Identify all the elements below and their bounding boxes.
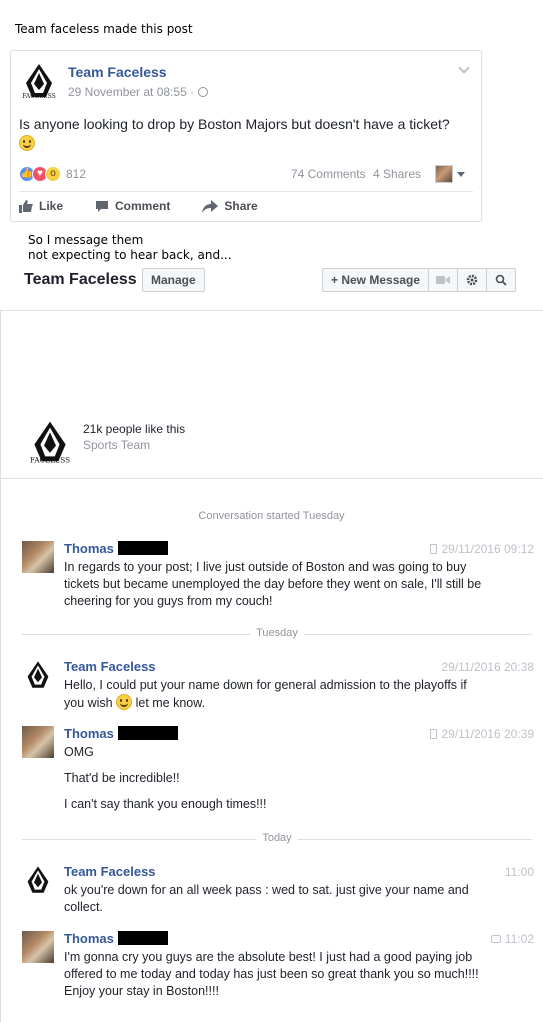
svg-text:FACELESS: FACELESS bbox=[22, 93, 55, 100]
manage-button[interactable]: Manage bbox=[142, 268, 205, 292]
post-actions: Like Comment Share bbox=[19, 199, 290, 213]
thomas-avatar[interactable] bbox=[22, 541, 54, 573]
thomas-avatar[interactable] bbox=[22, 931, 54, 963]
divider bbox=[0, 310, 1, 1022]
sender-name[interactable]: Thomas bbox=[64, 726, 178, 741]
search-icon[interactable] bbox=[486, 269, 515, 291]
redaction-bar bbox=[117, 541, 168, 555]
post-timestamp[interactable]: 29 November at 08:55 · bbox=[68, 85, 209, 99]
page-category: Sports Team bbox=[83, 438, 151, 452]
video-call-icon[interactable] bbox=[428, 269, 457, 291]
divider bbox=[0, 310, 543, 311]
day-separator-today: Today bbox=[22, 832, 532, 846]
message-thomas-3: Thomas 11:02 I'm gonna cry you guys are … bbox=[22, 931, 534, 1001]
team-faceless-avatar[interactable] bbox=[22, 864, 54, 896]
messages-header: Team Faceless Manage + New Message bbox=[0, 262, 543, 298]
team-faceless-profile-logo[interactable]: FACELESS bbox=[26, 418, 74, 466]
page-title: Team Faceless bbox=[24, 271, 137, 288]
wow-reaction-icon: o bbox=[45, 166, 61, 182]
divider bbox=[19, 191, 473, 192]
new-message-button[interactable]: + New Message bbox=[323, 269, 428, 291]
redaction-bar bbox=[117, 931, 168, 945]
facebook-post: FACELESS Team Faceless 29 November at 08… bbox=[10, 50, 482, 222]
page-likes-count: 21k people like this bbox=[83, 422, 186, 436]
shares-count-link[interactable]: 4 Shares bbox=[373, 167, 421, 181]
team-faceless-logo[interactable]: FACELESS bbox=[19, 61, 59, 101]
message-timestamp: 11:02 bbox=[490, 932, 534, 946]
caption-middle: So I message them not expecting to hear … bbox=[28, 233, 232, 262]
message-team-faceless-1: Team Faceless 29/11/2016 20:38 Hello, I … bbox=[22, 659, 534, 711]
message-team-faceless-2: Team Faceless 11:00 ok you're down for a… bbox=[22, 864, 534, 916]
thumbs-up-icon bbox=[19, 199, 33, 213]
messages-toolbar: + New Message bbox=[322, 268, 517, 292]
comment-button[interactable]: Comment bbox=[95, 199, 170, 213]
message-timestamp: 29/11/2016 09:12 bbox=[430, 542, 534, 556]
smiley-emoji-icon bbox=[116, 694, 133, 710]
like-button[interactable]: Like bbox=[19, 199, 63, 213]
chat-bubble-icon bbox=[490, 935, 501, 943]
conversation-started-label: Conversation started Tuesday bbox=[198, 510, 345, 522]
caret-down-icon[interactable] bbox=[457, 172, 465, 177]
day-separator-tuesday: Tuesday bbox=[22, 627, 532, 641]
message-timestamp: 29/11/2016 20:39 bbox=[430, 727, 534, 741]
reactions-summary[interactable]: 👍 ♥ o 812 bbox=[19, 165, 86, 183]
reaction-count: 812 bbox=[66, 167, 87, 181]
mobile-icon bbox=[430, 544, 438, 554]
message-text: I'm gonna cry you guys are the absolute … bbox=[64, 950, 479, 998]
viewer-avatar[interactable] bbox=[435, 165, 453, 183]
share-button[interactable]: Share bbox=[202, 199, 258, 213]
share-icon bbox=[202, 199, 219, 213]
gear-icon[interactable] bbox=[457, 269, 486, 291]
comments-count-link[interactable]: 74 Comments bbox=[291, 167, 366, 181]
post-stats: 74 Comments 4 Shares bbox=[287, 167, 421, 181]
message-thomas-2: Thomas 29/11/2016 20:39 OMG That'd be in… bbox=[22, 726, 534, 820]
redaction-bar bbox=[117, 726, 178, 740]
team-faceless-avatar[interactable] bbox=[22, 659, 54, 691]
caption-top: Team faceless made this post bbox=[15, 22, 193, 36]
message-text: In regards to your post; I live just out… bbox=[64, 560, 482, 608]
message-timestamp: 11:00 bbox=[504, 865, 534, 879]
smiley-emoji-icon bbox=[19, 135, 35, 151]
mobile-icon bbox=[430, 729, 438, 739]
sender-name[interactable]: Thomas bbox=[64, 541, 168, 556]
post-author-link[interactable]: Team Faceless bbox=[68, 64, 167, 80]
post-text: Is anyone looking to drop by Boston Majo… bbox=[19, 115, 474, 153]
post-options-chevron-icon[interactable] bbox=[458, 62, 470, 74]
svg-text:FACELESS: FACELESS bbox=[30, 455, 70, 464]
sender-name[interactable]: Team Faceless bbox=[64, 864, 156, 879]
message-thomas-1: Thomas 29/11/2016 09:12 In regards to yo… bbox=[22, 541, 534, 611]
message-text: Hello, I could put your name down for ge… bbox=[64, 678, 467, 710]
sender-name[interactable]: Thomas bbox=[64, 931, 168, 946]
message-text: OMG That'd be incredible!! I can't say t… bbox=[64, 745, 267, 811]
message-timestamp: 29/11/2016 20:38 bbox=[441, 660, 534, 674]
comment-icon bbox=[96, 200, 109, 212]
globe-icon bbox=[198, 87, 209, 97]
sender-name[interactable]: Team Faceless bbox=[64, 659, 156, 674]
message-text: ok you're down for an all week pass : we… bbox=[64, 883, 469, 914]
divider bbox=[0, 478, 543, 479]
thomas-avatar[interactable] bbox=[22, 726, 54, 758]
